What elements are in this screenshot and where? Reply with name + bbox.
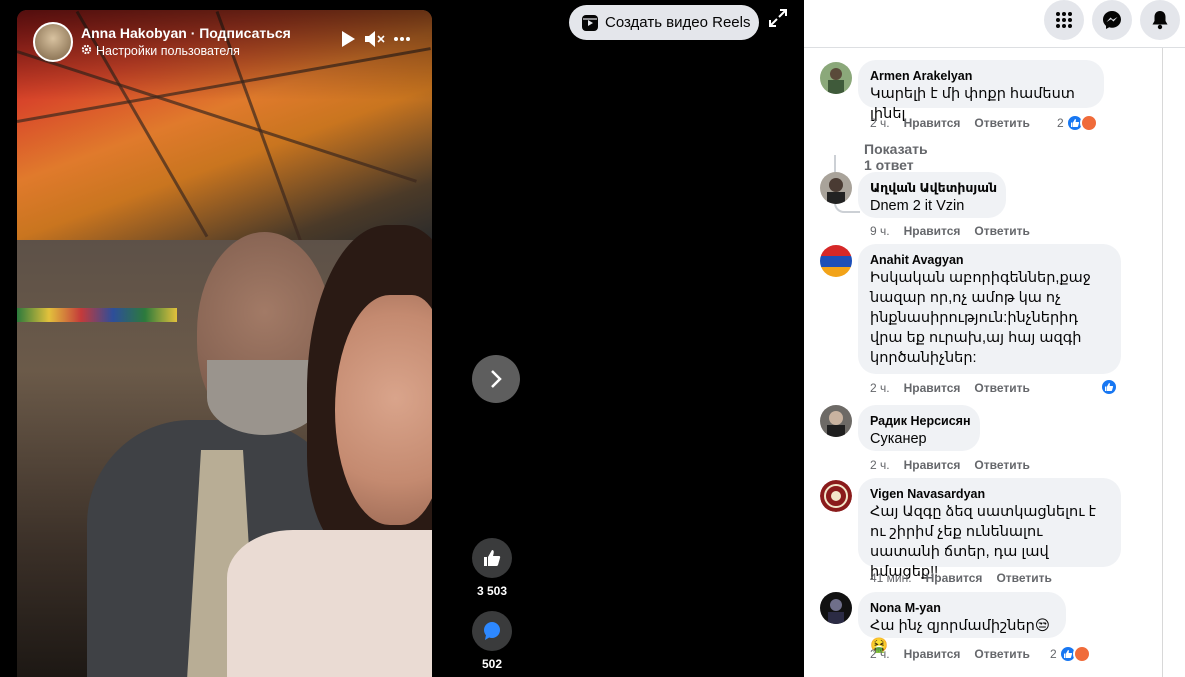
messenger-icon [1103,11,1121,29]
settings-label: Настройки пользователя [96,44,240,58]
reels-icon [582,14,598,31]
expand-icon [769,9,787,27]
comment-meta: 2 ч. Нравится Ответить [870,458,1044,472]
top-navbar [804,0,1185,48]
man-beard [207,360,322,435]
comment-author[interactable]: Armen Arakelyan [870,68,1092,84]
like-link[interactable]: Нравится [904,647,961,661]
menu-button[interactable] [1044,0,1084,40]
like-link[interactable]: Нравится [926,571,983,585]
comment-time[interactable]: 2 ч. [870,116,890,130]
notifications-button[interactable] [1140,0,1180,40]
comment-author[interactable]: Anahit Avagyan [870,252,1109,268]
reactions-count: 2 [1050,647,1057,661]
comment-author[interactable]: Nona M-yan [870,600,1054,616]
scrollbar-track[interactable] [1162,48,1163,677]
comment-time[interactable]: 9 ч. [870,224,890,238]
show-replies-link[interactable]: Показать 1 ответ [864,141,928,173]
comment-text: Իսկական աբորիգեններ,քաջ նազար որ,ոչ ամոթ… [870,270,1091,366]
video-stage: Anna Hakobyan · Подписаться Настройки по… [0,0,804,677]
author-avatar[interactable] [33,22,73,62]
comment-author[interactable]: Vigen Navasardyan [870,486,1109,502]
comment-bubble: Armen Arakelyan Կարելի է մի փոքր համեստ … [858,60,1104,122]
comment-meta: 2 ч. Нравится Ответить [870,381,1044,395]
grid-menu-icon [1056,12,1072,28]
comment-text: Dnem 2 it Vzin [870,198,965,214]
woman-body [227,530,432,677]
comment-text: Հայ Ազգը ձեզ սատկացնելու է ու շիրիմ չեք … [870,504,1097,580]
reactions-summary[interactable] [1100,378,1118,396]
reply-link[interactable]: Ответить [974,458,1029,472]
reply-link[interactable]: Ответить [996,571,1051,585]
play-button[interactable] [337,30,359,52]
like-link[interactable]: Нравится [904,381,961,395]
comment-button[interactable] [472,611,512,651]
mute-button[interactable] [364,30,386,52]
comment-bubble-icon [484,622,500,640]
stadium-banner [17,308,177,322]
angry-reaction-icon [1079,114,1098,132]
reply-link[interactable]: Ответить [974,381,1029,395]
comment-bubble: Աղվան Ավետիսյան Dnem 2 it Vzin [858,172,1006,218]
more-dots-icon [394,37,410,41]
comment-time[interactable]: 2 ч. [870,458,890,472]
avatar[interactable] [820,592,852,624]
comment-bubble: Anahit Avagyan Իսկական աբորիգեններ,քաջ ն… [858,244,1121,374]
like-link[interactable]: Нравится [904,458,961,472]
avatar[interactable] [820,480,852,512]
comment-time[interactable]: 41 мин. [870,571,912,585]
create-reels-label: Создать видео Reels [605,14,751,31]
chevron-right-icon [491,370,502,388]
play-icon [342,31,355,47]
comment-meta: 2 ч. Нравится Ответить [870,647,1044,661]
user-settings-link[interactable]: Настройки пользователя [81,44,240,58]
comment-time[interactable]: 2 ч. [870,381,890,395]
reactions-count: 2 [1057,116,1064,130]
comment-time[interactable]: 2 ч. [870,647,890,661]
avatar[interactable] [820,405,852,437]
comment-meta: 9 ч. Нравится Ответить [870,224,1044,238]
like-count: 3 503 [476,584,508,598]
like-link[interactable]: Нравится [904,116,961,130]
avatar[interactable] [820,62,852,94]
like-reaction-icon [1100,378,1118,396]
muted-speaker-icon [365,31,385,47]
reel-video[interactable] [17,10,432,677]
comment-count: 502 [481,657,503,671]
comment-bubble: Nona M-yan Հա ինչ զյորմամիշներ😒🤮 [858,592,1066,654]
reactions-summary[interactable]: 2 [1050,645,1091,663]
next-video-button[interactable] [472,355,520,403]
create-reels-button[interactable]: Создать видео Reels [569,5,759,40]
comment-meta: 41 мин. Нравится Ответить [870,571,1066,585]
reactions-summary[interactable]: 2 [1057,114,1098,132]
expand-button[interactable] [768,8,788,28]
like-link[interactable]: Нравится [904,224,961,238]
video-header: Anna Hakobyan · Подписаться Настройки по… [33,22,423,62]
more-options-button[interactable] [391,30,413,52]
reply-link[interactable]: Ответить [974,116,1029,130]
comment-bubble: Радик Нерсисян Суканер [858,405,980,451]
angry-reaction-icon [1072,645,1091,663]
gear-icon [81,44,93,58]
comment-meta: 2 ч. Нравится Ответить [870,116,1044,130]
comment-text: Суканер [870,431,927,447]
messenger-button[interactable] [1092,0,1132,40]
bell-icon [1152,11,1168,30]
reply-link[interactable]: Ответить [974,224,1029,238]
avatar[interactable] [820,245,852,277]
avatar[interactable] [820,172,852,204]
comment-bubble: Vigen Navasardyan Հայ Ազգը ձեզ սատկացնել… [858,478,1121,580]
comment-author[interactable]: Աղվան Ավետիսյան [870,180,997,196]
author-name-follow[interactable]: Anna Hakobyan · Подписаться [81,25,291,41]
comments-panel: Armen Arakelyan Կարելի է մի փոքր համեստ … [804,0,1185,677]
thumbs-up-icon [484,550,501,566]
comment-author[interactable]: Радик Нерсисян [870,413,971,429]
like-button[interactable] [472,538,512,578]
reply-link[interactable]: Ответить [974,647,1029,661]
